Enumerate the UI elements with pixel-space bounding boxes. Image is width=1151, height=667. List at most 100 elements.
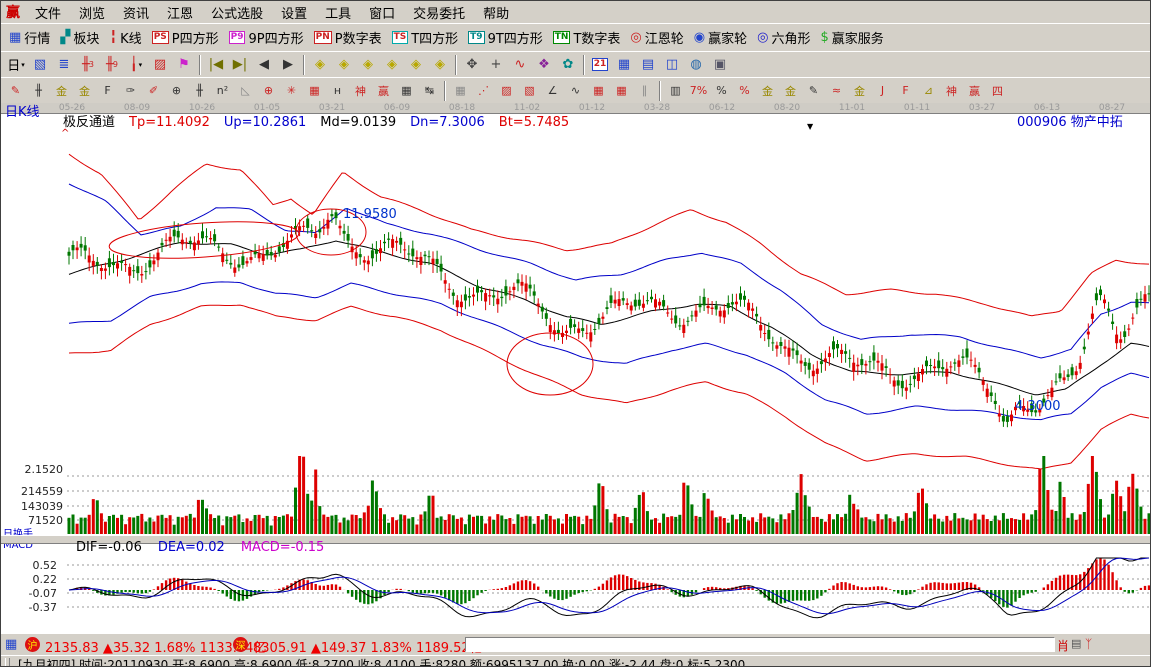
gold-section-h[interactable]: 金	[73, 80, 96, 102]
candle-style-dropdown[interactable]: ╽▾	[124, 54, 148, 76]
target-grid-tool[interactable]: ▦	[303, 80, 326, 102]
grid-lines-tool[interactable]: ╫	[27, 80, 50, 102]
gann-circle-tool[interactable]: ⊕	[165, 80, 188, 102]
prev-bar[interactable]: ◀	[252, 54, 276, 76]
quotes-button[interactable]: ▦行情	[4, 27, 55, 49]
notes-tool[interactable]: ▤	[636, 54, 660, 76]
spiral-tool[interactable]: ✑	[119, 80, 142, 102]
p-square-button[interactable]: PSP四方形	[147, 27, 224, 49]
menu-文件[interactable]: 文件	[26, 6, 70, 23]
time-grid-tool[interactable]: ╫	[188, 80, 211, 102]
kline-mark-tool[interactable]: ʜ	[326, 80, 349, 102]
pen-tool[interactable]: ✎	[4, 80, 27, 102]
quote-grid-icon[interactable]: ▦	[5, 637, 17, 652]
jump-last[interactable]: ▶|	[228, 54, 252, 76]
menu-交易委托[interactable]: 交易委托	[404, 6, 474, 23]
starburst-tool[interactable]: ✳	[280, 80, 303, 102]
menu-窗口[interactable]: 窗口	[360, 6, 404, 23]
9p-square-button[interactable]: P99P四方形	[224, 27, 309, 49]
antenna-icon[interactable]: ᛉ	[1085, 637, 1092, 651]
menu-江恩[interactable]: 江恩	[158, 6, 202, 23]
gold-angle-tool[interactable]: 金	[848, 80, 871, 102]
9t-square-button[interactable]: T99T四方形	[463, 27, 548, 49]
percent-tool[interactable]: %	[710, 80, 733, 102]
jump-first[interactable]: |◀	[204, 54, 228, 76]
red-grid-tool[interactable]: ▦	[587, 80, 610, 102]
hand-tool[interactable]: ✥	[460, 54, 484, 76]
chart-area[interactable]: 日K线 极反通道Tp=11.4092Up=10.2861Md=9.0139Dn=…	[1, 114, 1150, 634]
t-digit-table-button[interactable]: TNT数字表	[548, 27, 626, 49]
p-digit-table-button[interactable]: PNP数字表	[309, 27, 387, 49]
info-panel[interactable]: ≣	[52, 54, 76, 76]
shen-tool[interactable]: 神	[349, 80, 372, 102]
gold-angle2-tool[interactable]: ⊿	[917, 80, 940, 102]
fibonacci-tool[interactable]: F	[96, 80, 119, 102]
set-square-tool[interactable]: ◺	[234, 80, 257, 102]
diamond-h-expand[interactable]: ◈	[332, 54, 356, 76]
calendar-tool[interactable]: 21	[588, 54, 612, 76]
shen-angle-tool[interactable]: 神	[940, 80, 963, 102]
menu-帮助[interactable]: 帮助	[474, 6, 518, 23]
crosshair-tool[interactable]: +	[484, 54, 508, 76]
wave-ruler-tool[interactable]: ∿	[564, 80, 587, 102]
win-angle-tool[interactable]: 赢	[963, 80, 986, 102]
red-box-tool[interactable]: ▦	[610, 80, 633, 102]
diamond-h-shrink[interactable]: ◈	[308, 54, 332, 76]
parallel-lines-tool[interactable]: ∥	[633, 80, 656, 102]
diamond-expand[interactable]: ◈	[356, 54, 380, 76]
kline-combine-3[interactable]: ╫3	[76, 54, 100, 76]
gann-fan-tool[interactable]: ⋰	[472, 80, 495, 102]
menu-设置[interactable]: 设置	[272, 6, 316, 23]
gold-line-tool[interactable]: 金	[779, 80, 802, 102]
pen2-tool[interactable]: ✎	[802, 80, 825, 102]
kline-combine-9[interactable]: ╫9	[100, 54, 124, 76]
width-measure-tool[interactable]: ↹	[418, 80, 441, 102]
percent-line-tool[interactable]: %	[733, 80, 756, 102]
winner-service-button[interactable]: $赢家服务	[815, 27, 888, 49]
wave2-tool[interactable]: ≈	[825, 80, 848, 102]
measure-tool[interactable]: ∿	[508, 54, 532, 76]
compass-tool[interactable]: ⊕	[257, 80, 280, 102]
pen-ruler-tool[interactable]: ✐	[142, 80, 165, 102]
sectors-button[interactable]: ▞板块	[55, 27, 104, 49]
print-tool[interactable]: ▣	[708, 54, 732, 76]
t-square-button[interactable]: TST四方形	[387, 27, 464, 49]
menu-公式选股[interactable]: 公式选股	[202, 6, 272, 23]
winner-wheel-button[interactable]: ◉赢家轮	[689, 27, 752, 49]
kline-view-button[interactable]: ╏K线	[104, 27, 146, 49]
gann-box-tool[interactable]: ▨	[495, 80, 518, 102]
statusbar-grip[interactable]	[5, 658, 10, 667]
xiao-icon[interactable]: 肖	[1057, 637, 1069, 654]
menu-浏览[interactable]: 浏览	[70, 6, 114, 23]
diamond-shrink[interactable]: ◈	[380, 54, 404, 76]
network-tool[interactable]: ◍	[684, 54, 708, 76]
win-tool[interactable]: 赢	[372, 80, 395, 102]
command-input[interactable]	[465, 637, 1055, 652]
next-bar[interactable]: ▶	[276, 54, 300, 76]
angle-line-tool[interactable]: ∠	[541, 80, 564, 102]
gold-section-v[interactable]: 金	[50, 80, 73, 102]
hexagon-button[interactable]: ◎六角形	[752, 27, 815, 49]
number-grid-tool[interactable]: ▦	[395, 80, 418, 102]
percent7-tool[interactable]: 7%	[687, 80, 710, 102]
panel-toggle-icon[interactable]: ▤	[1071, 637, 1081, 650]
diamond-star[interactable]: ◈	[404, 54, 428, 76]
gann-shape-tool[interactable]: ❖	[532, 54, 556, 76]
save-tool[interactable]: ◫	[660, 54, 684, 76]
gann-wheel-button[interactable]: ◎江恩轮	[625, 27, 688, 49]
bar-ruler-tool[interactable]: ▥	[664, 80, 687, 102]
j-angle-tool[interactable]: J	[871, 80, 894, 102]
draw-flag[interactable]: ⚑	[172, 54, 196, 76]
menu-资讯[interactable]: 资讯	[114, 6, 158, 23]
calculator-tool[interactable]: ▦	[612, 54, 636, 76]
chart-pattern-view[interactable]: ▧	[28, 54, 52, 76]
wave-shape-tool[interactable]: ✿	[556, 54, 580, 76]
price-grid-tool[interactable]: ▦	[449, 80, 472, 102]
pattern-box[interactable]: ▨	[148, 54, 172, 76]
period-daily-dropdown[interactable]: 日▾	[4, 54, 28, 76]
n-square-tool[interactable]: n²	[211, 80, 234, 102]
diamond-cross[interactable]: ◈	[428, 54, 452, 76]
kline-chart[interactable]	[1, 114, 1151, 634]
f-angle-tool[interactable]: F	[894, 80, 917, 102]
gold-circle-tool[interactable]: 金	[756, 80, 779, 102]
